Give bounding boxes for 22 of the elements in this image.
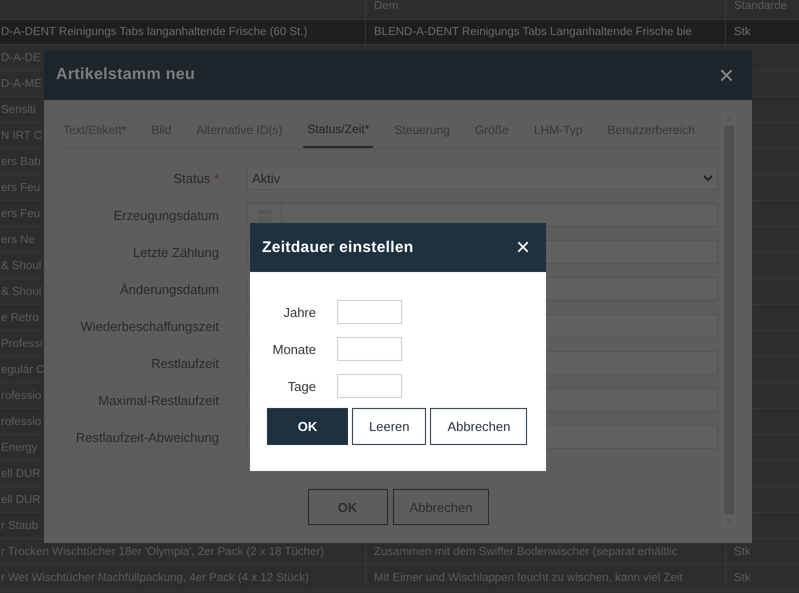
ok-button[interactable]: OK (267, 408, 348, 445)
date-field[interactable] (247, 203, 718, 227)
input-field[interactable] (337, 300, 402, 324)
tab[interactable]: Status/Zeit* (303, 112, 374, 148)
field-label: Jahre (282, 304, 316, 320)
selected-row[interactable]: D-A-DENT Reinigungs Tabs langanhaltende Frische (60 St.) BLEND-A-DENT Reinigungs Tabs Langanhaltende Frische bie Stk (0, 20, 799, 45)
table-cell: Stk (734, 26, 751, 38)
calendar-icon[interactable] (258, 208, 271, 222)
dialog-title: Zeitdauer einstellen (262, 238, 414, 256)
close-button[interactable]: × (714, 62, 738, 88)
status-dropdown[interactable]: Aktiv (247, 166, 718, 190)
dialog-title: Artikelstamm neu (56, 66, 196, 84)
input-field[interactable] (337, 337, 402, 361)
table-cell: BLEND-A-DENT Reinigungs Tabs Langanhaltende Frische bie (374, 26, 692, 38)
cancel-button[interactable]: Abbrechen (430, 408, 528, 445)
chevron-down-icon (703, 174, 713, 182)
field-label: Tage (286, 378, 316, 394)
table-cell: D-A-DENT Reinigungs Tabs langanhaltende Frische (60 St.) (1, 26, 308, 38)
clear-button[interactable]: Leeren (352, 408, 426, 445)
close-button[interactable]: × (514, 236, 532, 260)
field-label: Monate (272, 342, 316, 356)
input-field[interactable] (337, 374, 402, 398)
